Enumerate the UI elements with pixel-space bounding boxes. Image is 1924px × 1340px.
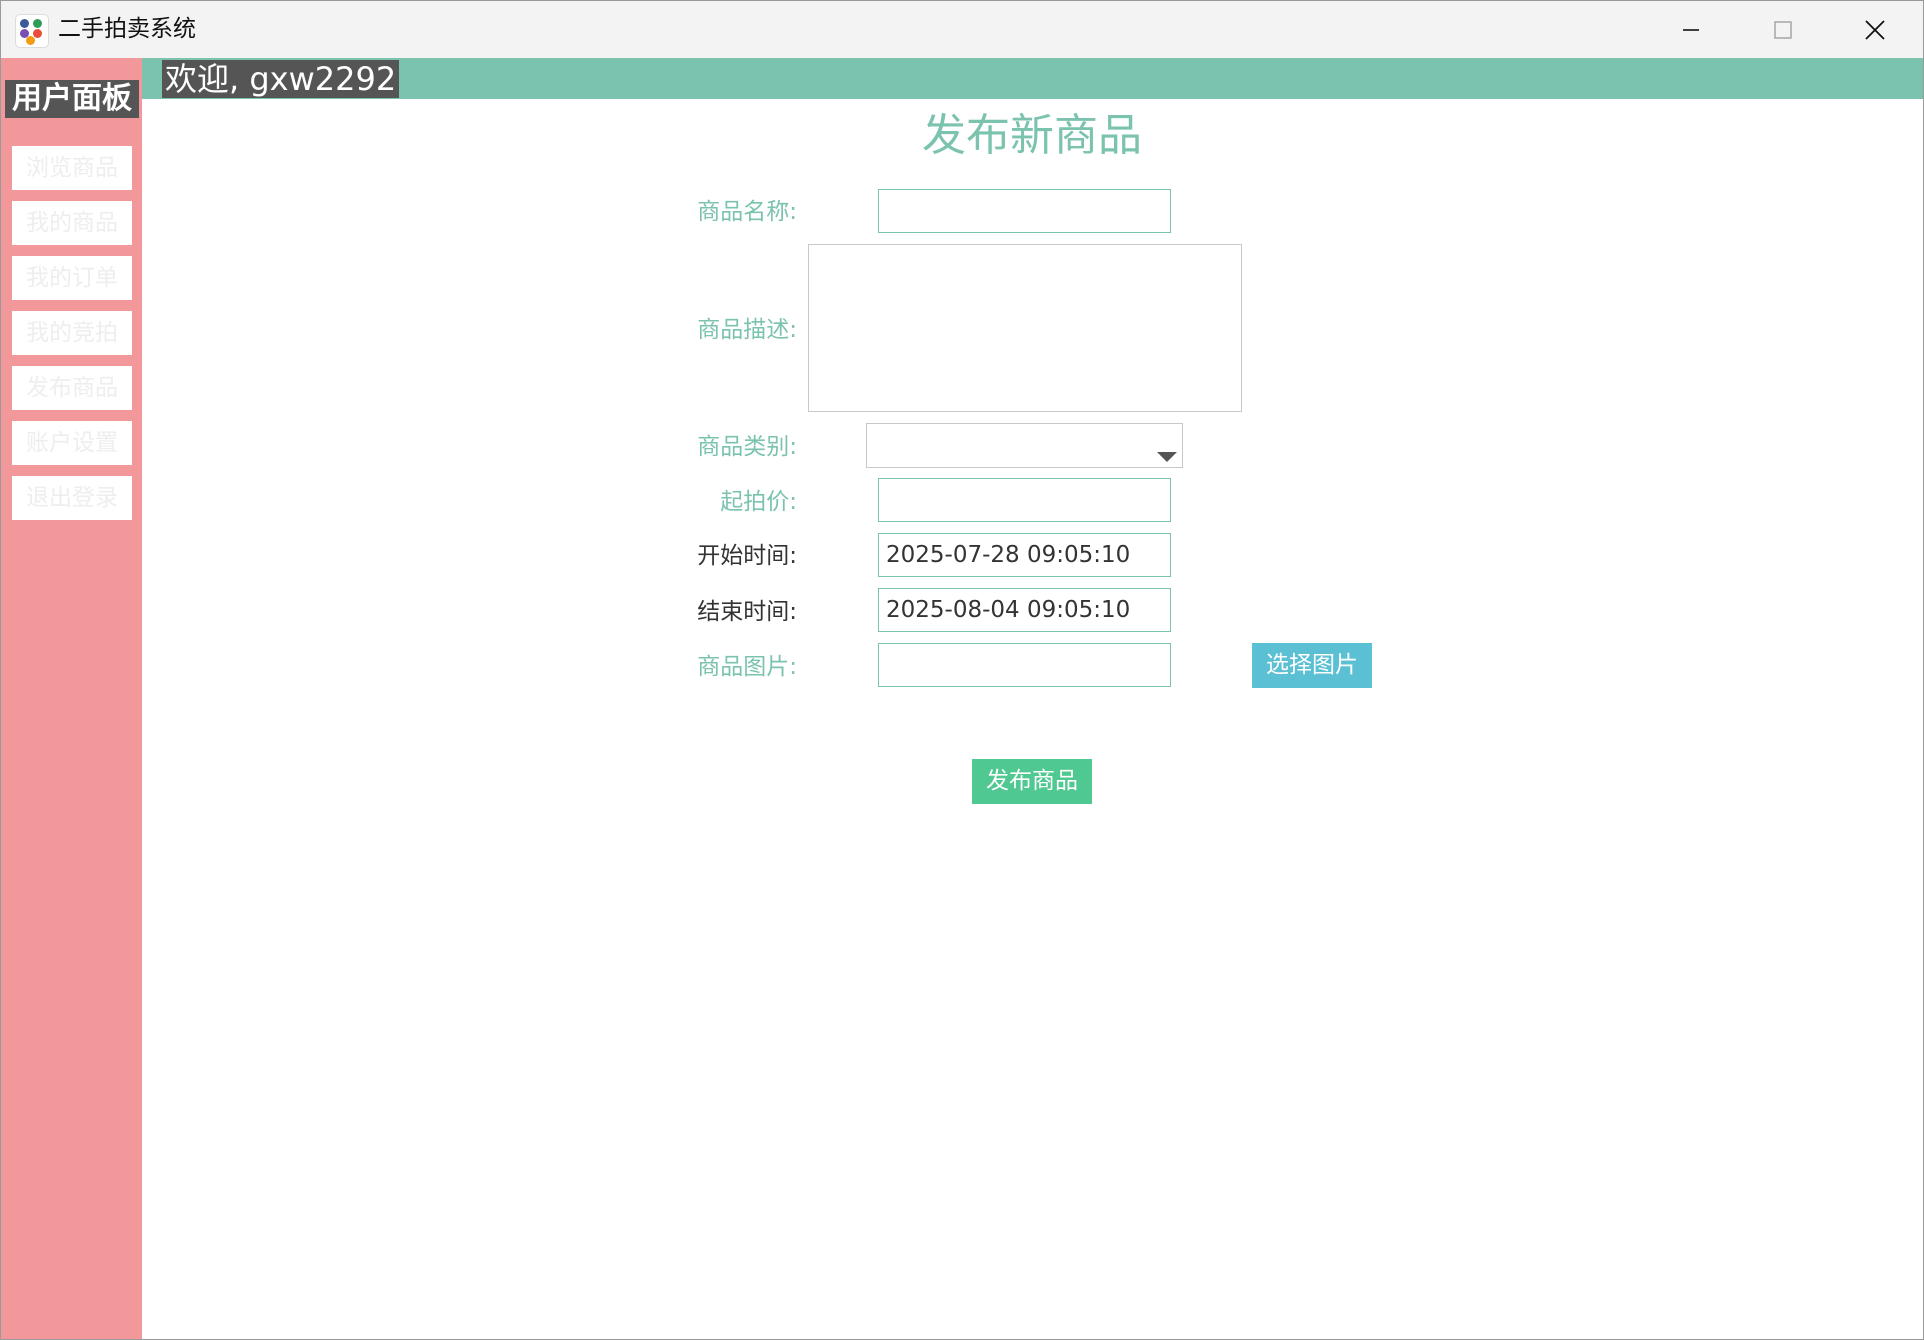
minimize-icon — [1683, 28, 1699, 31]
publish-item-button[interactable]: 发布商品 — [972, 759, 1092, 804]
maximize-button[interactable] — [1737, 1, 1829, 58]
sidebar-title: 用户面板 — [5, 80, 139, 118]
sidebar-item-my-bids[interactable]: 我的竞拍 — [12, 311, 132, 355]
chevron-down-icon — [1157, 452, 1177, 462]
title-bar: 二手拍卖系统 — [1, 1, 1923, 58]
item-category-select[interactable] — [866, 423, 1183, 468]
item-description-textarea[interactable] — [808, 244, 1242, 412]
welcome-bar: 欢迎, gxw2292 — [142, 58, 1923, 99]
item-description-label: 商品描述: — [697, 317, 797, 343]
close-icon — [1865, 19, 1885, 40]
sidebar-item-account-settings[interactable]: 账户设置 — [12, 421, 132, 465]
item-image-label: 商品图片: — [697, 654, 797, 680]
app-logo-icon — [15, 14, 49, 48]
starting-price-input[interactable] — [878, 478, 1171, 522]
welcome-message: 欢迎, gxw2292 — [162, 60, 400, 98]
end-time-label: 结束时间: — [697, 599, 797, 625]
close-button[interactable] — [1829, 1, 1921, 58]
item-category-label: 商品类别: — [697, 434, 797, 460]
sidebar-item-my-items[interactable]: 我的商品 — [12, 201, 132, 245]
start-time-input[interactable]: 2025-07-28 09:05:10 — [878, 533, 1171, 577]
minimize-button[interactable] — [1645, 1, 1737, 58]
starting-price-label: 起拍价: — [720, 489, 797, 515]
sidebar-item-browse[interactable]: 浏览商品 — [12, 146, 132, 190]
item-name-input[interactable] — [878, 189, 1171, 233]
sidebar-item-my-orders[interactable]: 我的订单 — [12, 256, 132, 300]
sidebar-item-logout[interactable]: 退出登录 — [12, 476, 132, 520]
sidebar-item-publish[interactable]: 发布商品 — [12, 366, 132, 410]
window-title: 二手拍卖系统 — [58, 16, 196, 42]
item-name-label: 商品名称: — [697, 199, 797, 225]
start-time-label: 开始时间: — [697, 543, 797, 569]
maximize-icon — [1774, 20, 1792, 39]
choose-image-button[interactable]: 选择图片 — [1252, 643, 1372, 688]
page-title: 发布新商品 — [922, 110, 1142, 161]
item-image-path-input[interactable] — [878, 643, 1171, 687]
end-time-input[interactable]: 2025-08-04 09:05:10 — [878, 588, 1171, 632]
app-window: 二手拍卖系统 用户面板 浏览商品 我的商品 我的订单 我的竞拍 发布商品 账户设… — [0, 0, 1924, 1340]
user-sidebar: 用户面板 浏览商品 我的商品 我的订单 我的竞拍 发布商品 账户设置 退出登录 — [1, 58, 142, 1339]
